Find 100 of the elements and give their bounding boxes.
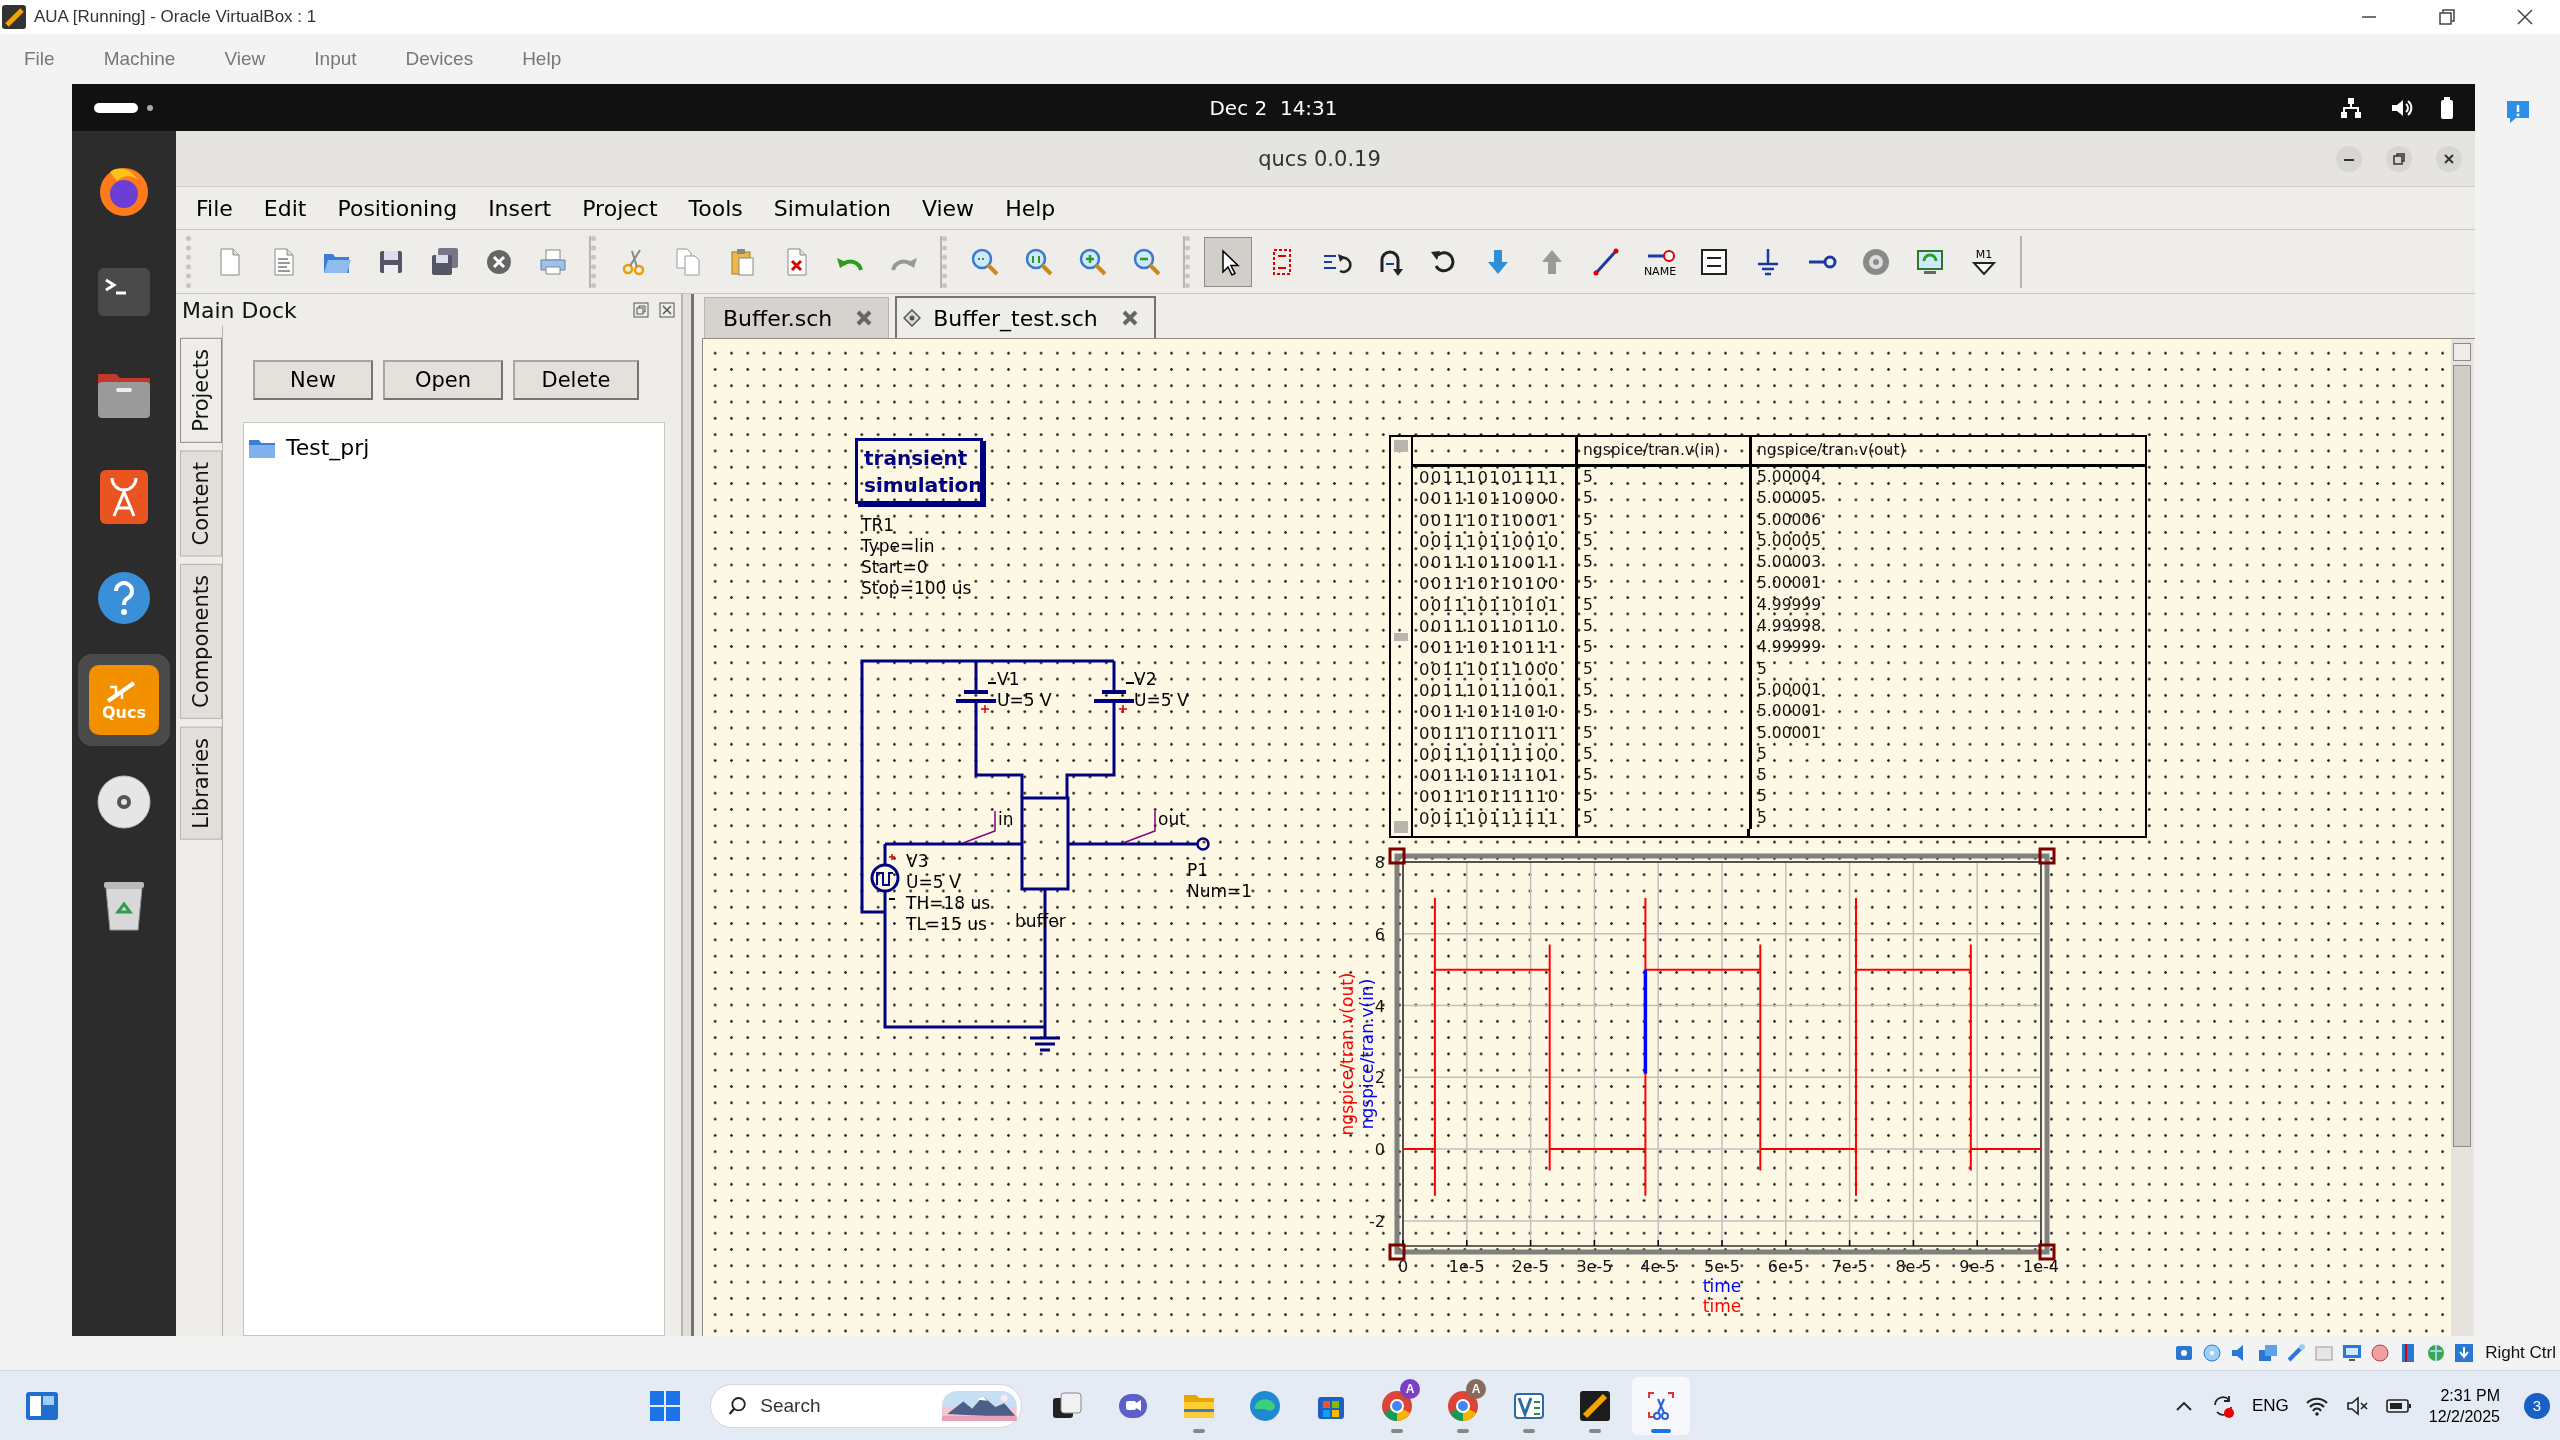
menu-item[interactable]: Devices	[395, 48, 498, 70]
axis-label: time	[1702, 1296, 1742, 1316]
table-cell: 5	[1578, 573, 1752, 595]
table-cell-text: 5.00001	[1756, 701, 1823, 723]
tick-label: 0	[1397, 1257, 1409, 1276]
table-cell-text: 5	[1756, 807, 1768, 829]
wire-label-button[interactable]: NAME	[1636, 236, 1684, 287]
float-icon[interactable]	[633, 302, 649, 318]
scrollbar-thumb[interactable]	[1394, 632, 1408, 641]
taskbar-button[interactable]: A	[1368, 1376, 1426, 1435]
table-cell: 001110101111	[1413, 467, 1578, 489]
minimize-icon[interactable]	[2335, 144, 2363, 173]
tab[interactable]: Buffer_test.sch	[895, 296, 1156, 338]
scrollbar-thumb[interactable]	[2453, 365, 2471, 1147]
table-cell: 5	[1578, 807, 1752, 830]
workspace-indicator-icon[interactable]	[94, 100, 156, 115]
resize-handle[interactable]	[1388, 847, 1406, 865]
menu-item[interactable]: Simulation	[763, 195, 901, 221]
side-tab[interactable]: Libraries	[180, 727, 222, 840]
clock-time[interactable]: 2:31 PM	[2440, 1384, 2500, 1406]
push-button[interactable]: Delete	[513, 360, 639, 400]
side-tab[interactable]: Components	[180, 564, 222, 720]
table-cell: 001110110001	[1413, 509, 1578, 531]
taskbar-button[interactable]: A	[1434, 1376, 1492, 1435]
menu-item[interactable]: Machine	[93, 48, 200, 70]
component-label: TL=15 us	[906, 914, 987, 934]
menu-item[interactable]: File	[14, 48, 79, 70]
notification-badge[interactable]: 3	[2524, 1392, 2550, 1419]
table-cell-text: 5	[1756, 743, 1768, 765]
table-cell-text: 5.00006	[1756, 509, 1823, 531]
list-item[interactable]: Test_prj	[248, 433, 370, 462]
property-label: Stop=100 us	[861, 578, 972, 598]
close-icon[interactable]	[659, 302, 675, 318]
table-cell-text: 5.00001	[1756, 722, 1823, 744]
close-icon[interactable]	[2515, 7, 2535, 27]
table-cell: 001110111100	[1413, 743, 1578, 766]
menu-item[interactable]: View	[214, 48, 290, 70]
table-cell: 001110110111	[1413, 637, 1578, 659]
resize-handle[interactable]	[2038, 1243, 2056, 1261]
side-tab[interactable]: Projects	[180, 338, 222, 443]
download-icon[interactable]	[2453, 1342, 2476, 1364]
tick-label: -2	[1369, 1211, 1385, 1231]
marker-button[interactable]: M1	[1960, 236, 2008, 287]
tick-label: 1e-4	[2023, 1257, 2059, 1276]
floppy-disks-icon[interactable]	[429, 245, 461, 278]
table-cell: 001110110000	[1413, 488, 1578, 510]
menu-item[interactable]: Insert	[478, 195, 562, 221]
axis-label: ngspice/tran.v(out)	[1337, 972, 1357, 1136]
push-button[interactable]: Open	[383, 360, 503, 400]
menu-item[interactable]: Input	[304, 48, 381, 70]
component-label: V1	[997, 669, 1020, 689]
search-field[interactable]: Search	[758, 1393, 933, 1418]
leader-line	[1122, 810, 1156, 844]
cursor-button[interactable]	[1204, 236, 1252, 287]
menu-item[interactable]: Help	[512, 48, 586, 70]
display-icon[interactable]	[2341, 1342, 2364, 1364]
menu-item[interactable]: Edit	[253, 195, 317, 221]
table-cell: 5	[1578, 658, 1752, 680]
table-cell-text: 5	[1756, 765, 1768, 787]
table-cell-text: 5.00005	[1756, 488, 1823, 510]
menu-item[interactable]: Project	[572, 195, 668, 221]
node-label: in	[998, 809, 1014, 829]
language-indicator[interactable]: ENG	[2251, 1395, 2289, 1416]
table-cell-text: 4.99999	[1756, 637, 1823, 659]
component-label: V3	[906, 851, 929, 871]
tick-label: 6	[1374, 924, 1385, 944]
record-icon[interactable]	[2369, 1342, 2392, 1364]
diamond-icon	[903, 309, 922, 327]
network-icon[interactable]	[2339, 95, 2363, 120]
menu-item[interactable]: Positioning	[327, 195, 468, 221]
component-label: TH=18 us	[906, 893, 991, 913]
property-label: TR1	[861, 515, 894, 535]
search-box[interactable]: Search	[710, 1383, 1022, 1428]
menu-item[interactable]: Tools	[678, 195, 753, 221]
resize-handle[interactable]	[1388, 1243, 1406, 1261]
clock[interactable]: Dec 2 14:31	[1209, 95, 1338, 120]
battery-icon[interactable]	[2439, 95, 2455, 120]
push-button[interactable]: New	[253, 360, 373, 400]
table-cell: 5	[1578, 509, 1752, 531]
usb-icon[interactable]	[2285, 1342, 2308, 1364]
axis-label: ngspice/tran.v(in)	[1357, 978, 1377, 1130]
tick-label: 6e-5	[1767, 1257, 1804, 1276]
menu-item[interactable]: Help	[995, 195, 1066, 221]
window-title: qucs 0.0.19	[1258, 146, 1381, 171]
menu-item[interactable]: File	[186, 195, 243, 221]
menu-item[interactable]: View	[911, 195, 985, 221]
tick-label: 8e-5	[1895, 1257, 1932, 1276]
component-label: U=5 V	[1134, 690, 1189, 710]
table-cell: 5	[1578, 722, 1752, 744]
clock-date[interactable]: 12/2/2025	[2428, 1405, 2500, 1427]
restore-icon[interactable]	[2437, 7, 2457, 27]
side-tab[interactable]: Content	[180, 450, 222, 557]
splitter-handle[interactable]	[681, 294, 694, 1336]
table-cell: 5	[1578, 743, 1752, 766]
restore-icon[interactable]	[2385, 144, 2413, 173]
resize-handle[interactable]	[2038, 847, 2056, 865]
tab[interactable]: Buffer.sch	[704, 297, 890, 338]
close-icon[interactable]	[2435, 144, 2463, 173]
table-cell: 001110110010	[1413, 530, 1578, 553]
tick-label: 3e-5	[1576, 1257, 1613, 1276]
